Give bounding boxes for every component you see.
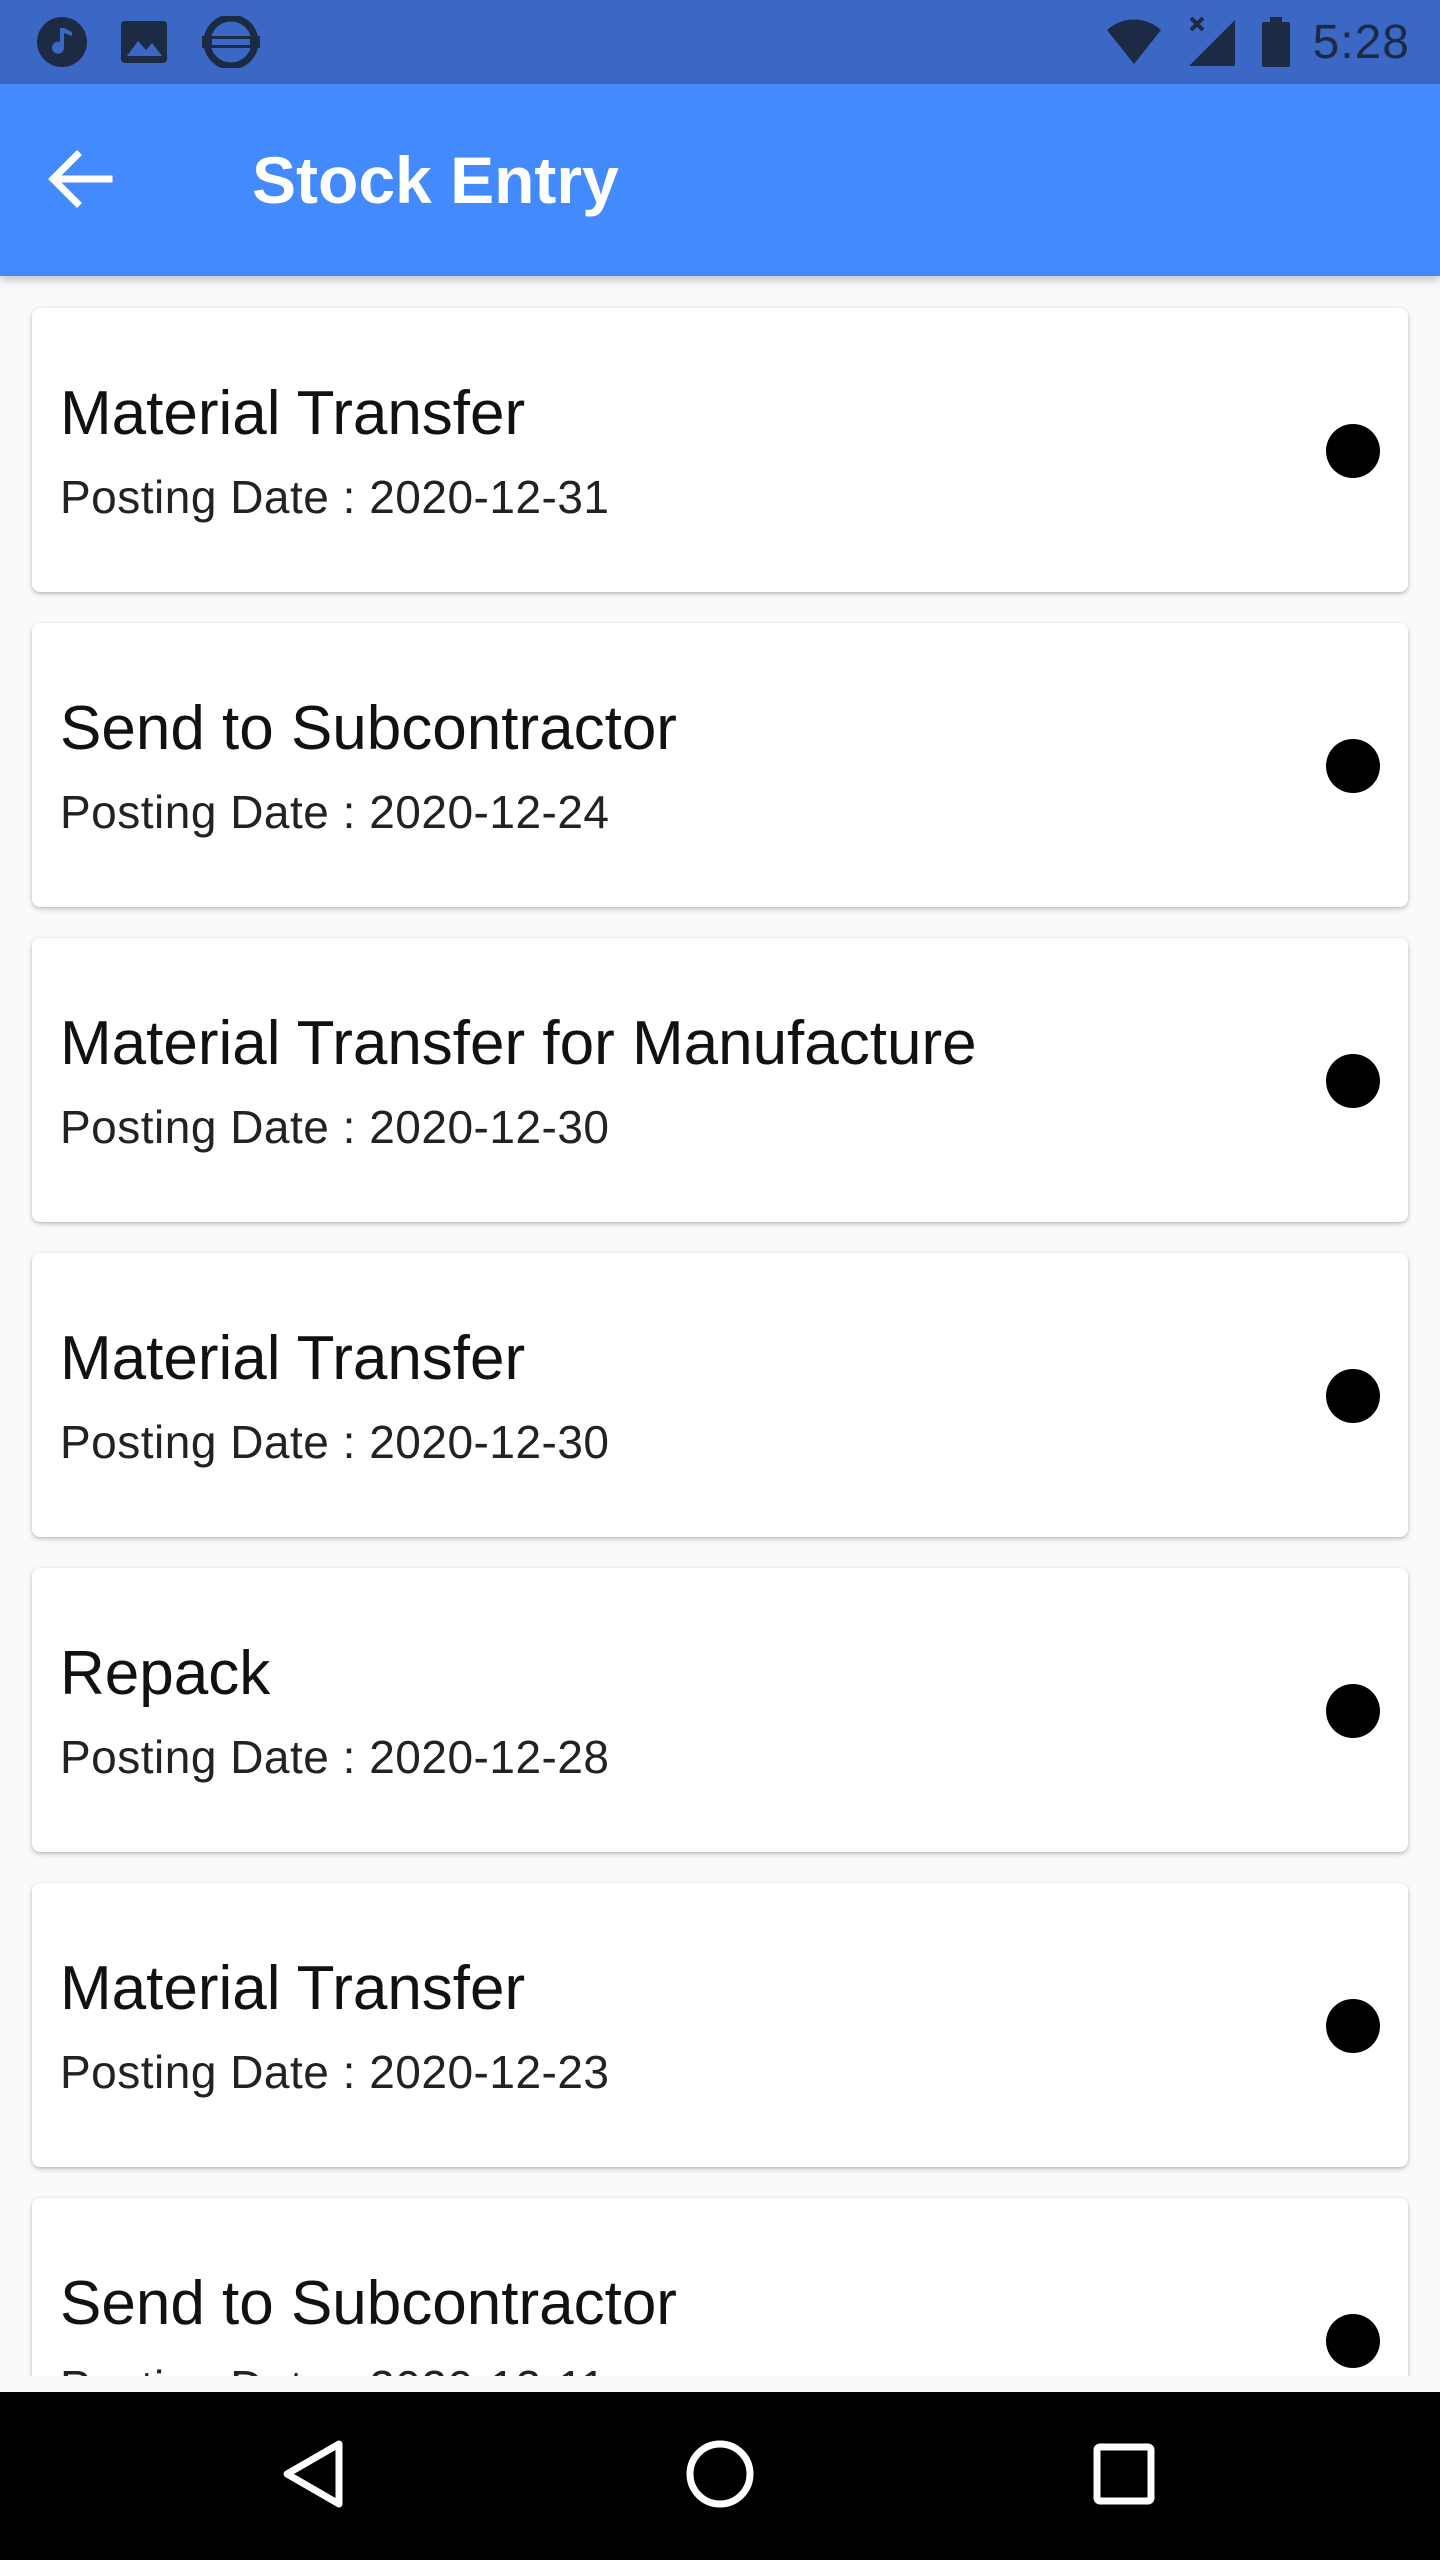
entry-title: Send to Subcontractor bbox=[60, 2269, 677, 2338]
status-dot-icon bbox=[1326, 1054, 1380, 1108]
status-dot-icon bbox=[1326, 1684, 1380, 1738]
status-left-icons bbox=[36, 16, 262, 68]
list-item[interactable]: Send to Subcontractor Posting Date : 202… bbox=[32, 623, 1408, 907]
navigation-bar bbox=[0, 2392, 1440, 2560]
cell-signal-icon bbox=[1185, 16, 1239, 68]
entry-title: Material Transfer bbox=[60, 1324, 526, 1393]
back-triangle-icon bbox=[279, 2438, 349, 2514]
status-dot-icon bbox=[1326, 1369, 1380, 1423]
subway-icon bbox=[200, 16, 262, 68]
list-item[interactable]: Material Transfer Posting Date : 2020-12… bbox=[32, 308, 1408, 592]
entry-title: Send to Subcontractor bbox=[60, 694, 677, 763]
list-item[interactable]: Send to Subcontractor Posting Date : 202… bbox=[32, 2198, 1408, 2376]
app-bar: Stock Entry bbox=[0, 84, 1440, 276]
recents-square-icon bbox=[1092, 2442, 1156, 2510]
nav-back-button[interactable] bbox=[274, 2436, 354, 2516]
home-circle-icon bbox=[684, 2438, 756, 2514]
list-item[interactable]: Material Transfer Posting Date : 2020-12… bbox=[32, 1883, 1408, 2167]
entry-posting-date: Posting Date : 2020-12-11 bbox=[60, 2360, 606, 2376]
entry-title: Material Transfer for Manufacture bbox=[60, 1009, 977, 1078]
entry-title: Material Transfer bbox=[60, 1954, 526, 2023]
battery-icon bbox=[1261, 16, 1291, 68]
page-title: Stock Entry bbox=[252, 143, 619, 217]
nav-home-button[interactable] bbox=[680, 2436, 760, 2516]
entry-title: Material Transfer bbox=[60, 379, 526, 448]
stock-entry-list[interactable]: Material Transfer Posting Date : 2020-12… bbox=[0, 276, 1440, 2376]
entry-posting-date: Posting Date : 2020-12-23 bbox=[60, 2046, 610, 2098]
list-item[interactable]: Repack Posting Date : 2020-12-28 bbox=[32, 1568, 1408, 1852]
entry-posting-date: Posting Date : 2020-12-24 bbox=[60, 786, 610, 838]
status-dot-icon bbox=[1326, 2314, 1380, 2368]
entry-posting-date: Posting Date : 2020-12-30 bbox=[60, 1416, 610, 1468]
list-item[interactable]: Material Transfer Posting Date : 2020-12… bbox=[32, 1253, 1408, 1537]
image-icon bbox=[118, 16, 170, 68]
entry-posting-date: Posting Date : 2020-12-30 bbox=[60, 1101, 610, 1153]
arrow-left-icon bbox=[47, 149, 113, 213]
status-bar: 5:28 bbox=[0, 0, 1440, 84]
status-dot-icon bbox=[1326, 424, 1380, 478]
entry-posting-date: Posting Date : 2020-12-28 bbox=[60, 1731, 610, 1783]
entry-posting-date: Posting Date : 2020-12-31 bbox=[60, 471, 610, 523]
back-button[interactable] bbox=[30, 136, 130, 226]
status-right-icons: 5:28 bbox=[1105, 15, 1410, 69]
wifi-icon bbox=[1105, 18, 1163, 66]
entry-title: Repack bbox=[60, 1639, 271, 1708]
nav-recents-button[interactable] bbox=[1084, 2436, 1164, 2516]
status-time: 5:28 bbox=[1312, 15, 1410, 69]
status-dot-icon bbox=[1326, 1999, 1380, 2053]
list-item[interactable]: Material Transfer for Manufacture Postin… bbox=[32, 938, 1408, 1222]
music-icon bbox=[36, 16, 88, 68]
status-dot-icon bbox=[1326, 739, 1380, 793]
